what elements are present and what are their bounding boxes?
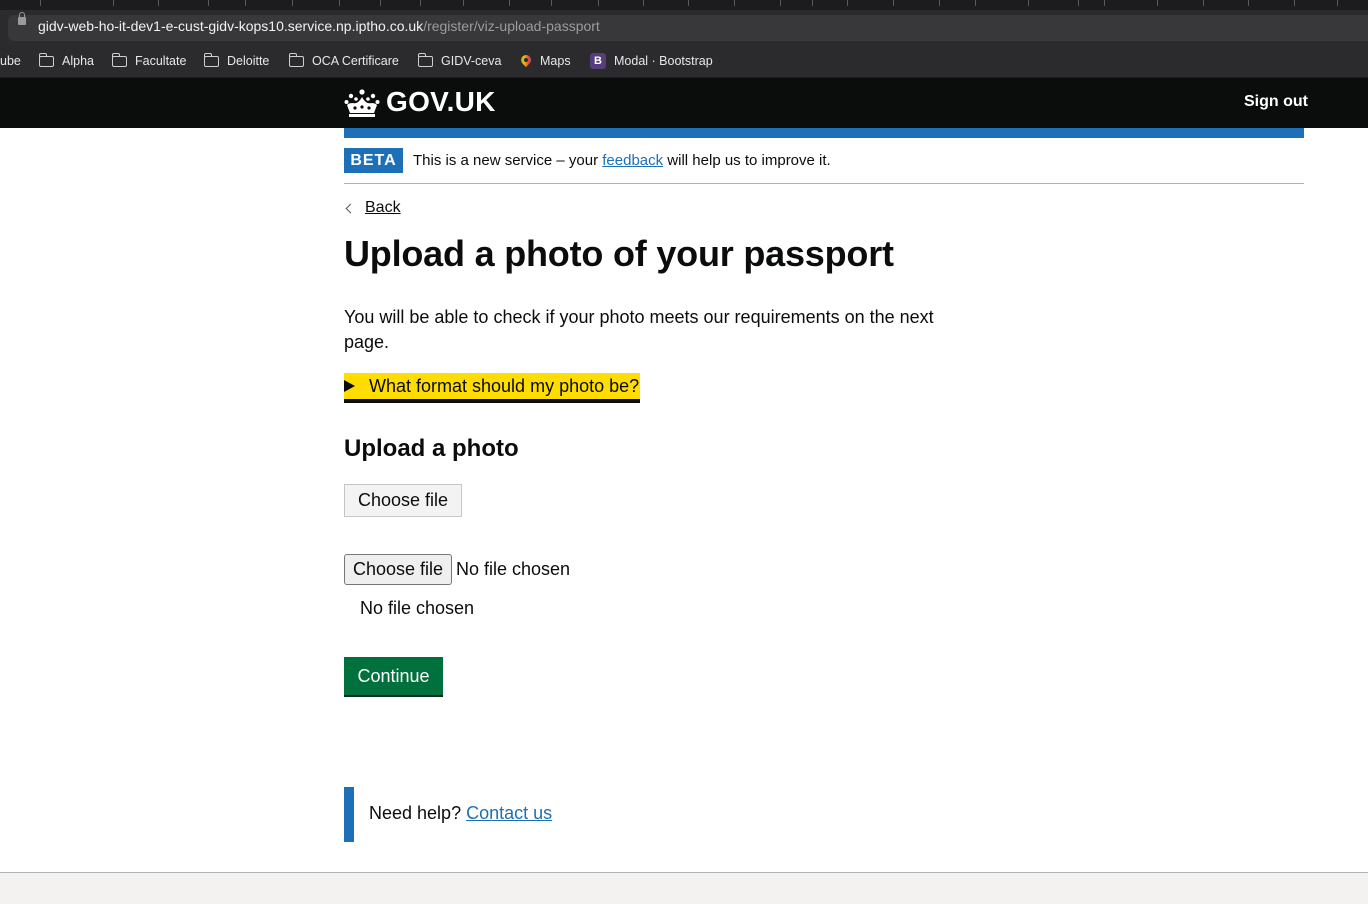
bookmark-label: GIDV-ceva <box>441 54 502 68</box>
lead-paragraph: You will be able to check if your photo … <box>344 307 934 352</box>
bookmark-label: Facultate <box>135 54 187 68</box>
header-blue-bar <box>344 128 1304 138</box>
folder-icon <box>111 52 127 67</box>
bookmark-oca-certificare[interactable]: OCA Certificare <box>288 52 399 69</box>
photo-format-details[interactable]: What format should my photo be? <box>344 373 641 403</box>
continue-button[interactable]: Continue <box>344 657 443 697</box>
page-title: Upload a photo of your passport <box>344 233 894 274</box>
bookmark-label: OCA Certificare <box>312 54 399 68</box>
bookmark-label: Alpha <box>62 54 94 68</box>
govuk-logotype[interactable]: GOV.UK <box>386 86 496 118</box>
bookmark-modal-bootstrap[interactable]: B Modal · Bootstrap <box>590 53 713 69</box>
help-inset-bar <box>344 787 354 842</box>
phase-banner-text: This is a new service – your feedback wi… <box>413 152 831 169</box>
contact-us-link[interactable]: Contact us <box>466 803 552 823</box>
url-host: gidv-web-ho-it-dev1-e-cust-gidv-kops10.s… <box>38 18 424 34</box>
bookmark-facultate[interactable]: Facultate <box>111 52 187 69</box>
bookmark-label: Modal · Bootstrap <box>614 54 713 68</box>
bookmark-gidv-ceva[interactable]: GIDV-ceva <box>417 52 502 69</box>
bookmark-maps[interactable]: Maps <box>521 53 571 69</box>
bookmark-label: Deloitte <box>227 54 270 68</box>
bookmark-deloitte[interactable]: Deloitte <box>203 52 270 69</box>
browser-tab-strip <box>0 0 1368 10</box>
bookmark-youtube[interactable]: ube <box>0 53 21 69</box>
triangle-right-icon <box>344 380 355 392</box>
help-prefix: Need help? <box>369 803 467 823</box>
bookmark-label: ube <box>0 54 21 68</box>
phase-tag-beta: BETA <box>344 148 403 173</box>
folder-icon <box>417 52 433 67</box>
lock-icon[interactable] <box>18 12 26 25</box>
folder-icon <box>38 52 54 67</box>
govuk-header <box>0 78 1368 128</box>
help-text: Need help? Contact us <box>369 803 552 824</box>
back-link[interactable]: Back <box>344 199 401 217</box>
url-path: /register/viz-upload-passport <box>423 18 600 34</box>
sign-out-link[interactable]: Sign out <box>1244 93 1308 111</box>
phase-banner-divider <box>344 183 1304 184</box>
bookmark-label: Maps <box>540 54 571 68</box>
file-input[interactable]: Choose file No file chosen <box>344 554 570 585</box>
chevron-left-icon <box>345 203 356 213</box>
url-text[interactable]: gidv-web-ho-it-dev1-e-cust-gidv-kops10.s… <box>38 18 600 34</box>
bootstrap-icon: B <box>590 53 606 69</box>
native-choose-file-button[interactable]: Choose file <box>344 554 452 585</box>
phase-text-after: will help us to improve it. <box>663 152 831 169</box>
feedback-link[interactable]: feedback <box>602 152 663 169</box>
govuk-footer <box>0 872 1368 904</box>
crown-icon[interactable] <box>344 88 380 118</box>
phase-text-before: This is a new service – your <box>413 152 603 169</box>
folder-icon <box>203 52 219 67</box>
bookmark-alpha[interactable]: Alpha <box>38 52 94 69</box>
file-input-status: No file chosen <box>456 559 571 579</box>
upload-heading: Upload a photo <box>344 435 519 462</box>
details-summary-text: What format should my photo be? <box>369 375 640 396</box>
folder-icon <box>288 52 304 67</box>
maps-pin-icon <box>521 55 531 68</box>
bookmarks-bar: ube Alpha Facultate Deloitte OCA Certifi… <box>0 44 1368 78</box>
choose-file-button[interactable]: Choose file <box>344 484 462 517</box>
no-file-chosen-text: No file chosen <box>360 598 475 618</box>
back-link-label: Back <box>365 199 401 216</box>
